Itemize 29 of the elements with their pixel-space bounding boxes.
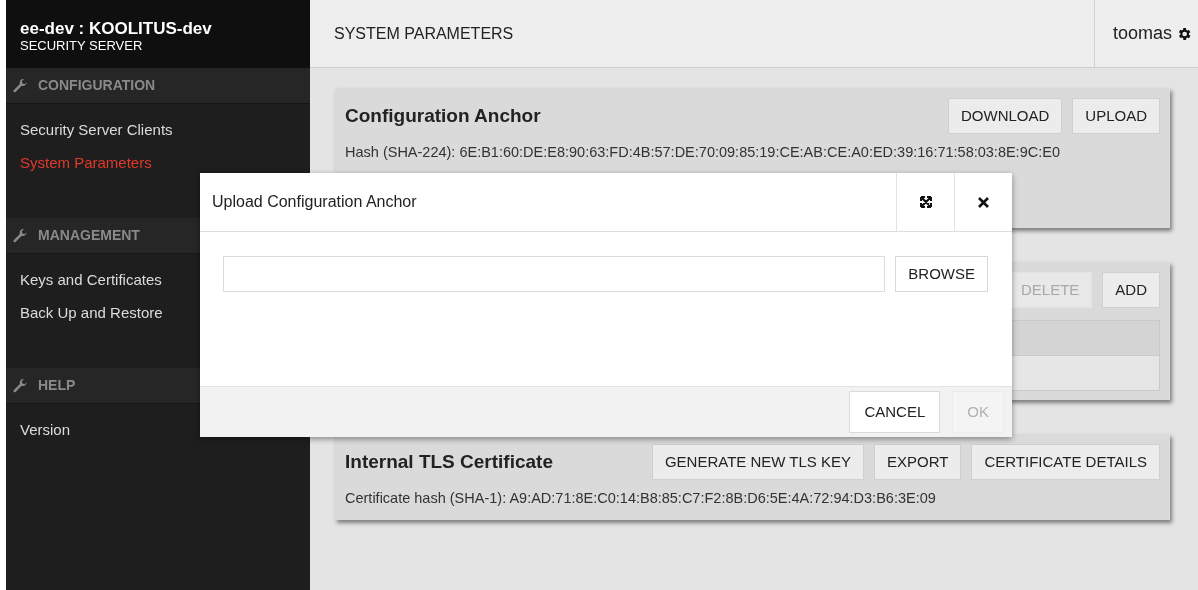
wrench-icon (12, 227, 28, 244)
dialog-button[interactable]: CANCEL (849, 391, 941, 433)
wrench-icon (12, 77, 28, 94)
user-name: toomas (1112, 22, 1172, 45)
nav-link[interactable]: Security Server Clients (6, 118, 310, 141)
nav-link[interactable]: System Parameters (6, 151, 310, 174)
hash-text: Certificate hash (SHA-1): A9:AD:71:8E:C0:14:B8:85:C7:F2:8B:D6:5E:4A:72:94:D3:B6:3E:09 (345, 489, 937, 508)
card-title: Configuration Anchor (345, 104, 542, 128)
hash-text: Hash (SHA-224): 6E:B1:60:DE:E8:90:63:FD:4B:57:DE:70:09:85:19:CE:AB:CE:A0:ED:39:16:71:58:03:8E:9C:E0 (345, 143, 1061, 162)
section-heading: HELP (38, 376, 76, 395)
action-button[interactable]: EXPORT (874, 444, 962, 480)
wrench-icon (12, 377, 28, 394)
settings-icon[interactable] (1176, 25, 1192, 42)
dialog-title: Upload Configuration Anchor (211, 192, 418, 212)
action-button[interactable]: ADD (1102, 272, 1160, 308)
server-title: ee-dev : KOOLITUS-dev (20, 20, 213, 38)
action-button[interactable]: GENERATE NEW TLS KEY (651, 444, 865, 480)
action-button[interactable]: UPLOAD (1072, 98, 1160, 134)
maximize-icon (919, 196, 932, 208)
file-field[interactable] (223, 256, 886, 292)
close-icon (978, 196, 989, 208)
section-heading: CONFIGURATION (38, 76, 156, 95)
action-button[interactable]: CERTIFICATE DETAILS (971, 444, 1160, 480)
server-subtitle: SECURITY SERVER (20, 38, 144, 54)
browse-button[interactable]: BROWSE (895, 256, 988, 292)
action-button[interactable]: DOWNLOAD (947, 98, 1063, 134)
page-title: SYSTEM PARAMETERS (333, 23, 515, 44)
card-title: Internal TLS Certificate (345, 450, 554, 474)
section-heading: MANAGEMENT (38, 226, 140, 245)
